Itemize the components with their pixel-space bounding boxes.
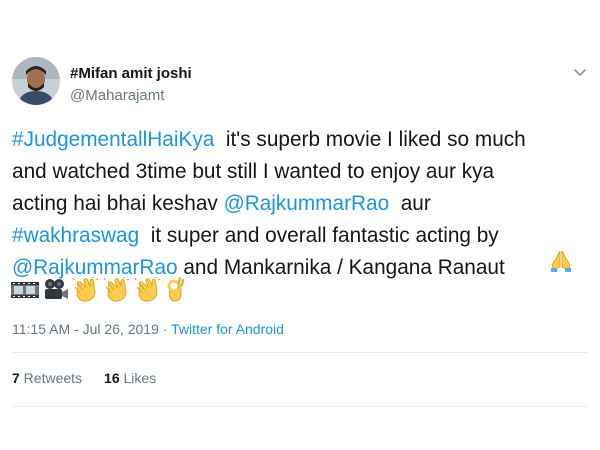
tweet-line: acting hai bhai keshav @RajkummarRao aur [12, 188, 590, 220]
tweet-meta: 11:15 AM - Jul 26, 2019 · Twitter for An… [12, 321, 284, 337]
retweets-count: 7 [12, 370, 20, 386]
tweet-text: #JudgementallHaiKya it's superb movie I … [12, 124, 590, 284]
tweet-line: #wakhraswag it super and overall fantast… [12, 220, 590, 252]
meta-dot: · [158, 321, 172, 337]
tweet-text-segment: acting hai bhai keshav [12, 192, 224, 215]
likes-label: Likes [119, 370, 157, 386]
clapping-hands-icon [134, 277, 162, 303]
hashtag-link[interactable]: #wakhraswag [12, 224, 139, 247]
ok-hand-icon [165, 277, 185, 303]
hashtag-link[interactable]: #JudgementallHaiKya [12, 128, 214, 151]
tweet-stats: 7 Retweets 16 Likes [12, 370, 156, 386]
clapping-hands-icon [103, 277, 131, 303]
avatar[interactable] [12, 57, 60, 105]
retweets-stat[interactable]: 7 Retweets [12, 370, 82, 386]
retweets-label: Retweets [19, 370, 83, 386]
likes-count: 16 [104, 370, 120, 386]
tweet-text-segment: and watched 3time but still I wanted to … [12, 160, 495, 183]
tweet-date[interactable]: Jul 26, 2019 [83, 321, 159, 337]
tweet-time[interactable]: 11:15 AM [12, 321, 70, 337]
author-handle[interactable]: @Maharajamt [70, 87, 164, 104]
tweet-text-segment: aur [389, 192, 431, 215]
tweet-line: #JudgementallHaiKya it's superb movie I … [12, 124, 590, 156]
author-display-name[interactable]: #Mifan amit joshi [70, 65, 192, 82]
tweet-text-segment: it super and overall fantastic acting by [139, 224, 499, 247]
tweet-source-link[interactable]: Twitter for Android [171, 321, 284, 337]
movie-camera-icon [43, 278, 69, 302]
clapping-hands-icon [72, 277, 100, 303]
divider [12, 352, 588, 353]
folded-hands-icon [548, 248, 574, 279]
meta-separator: - [70, 321, 83, 337]
mention-link[interactable]: @RajkummarRao [224, 192, 390, 215]
film-frames-icon [10, 279, 40, 301]
chevron-down-icon[interactable] [572, 64, 588, 80]
tweet-line: and watched 3time but still I wanted to … [12, 156, 590, 188]
tweet-text-segment: it's superb movie I liked so much [214, 128, 526, 151]
likes-stat[interactable]: 16 Likes [104, 370, 156, 386]
tweet-text-segment: and Mankarnika / Kangana Ranaut [177, 256, 505, 279]
divider [12, 406, 588, 407]
emoji-row [10, 276, 185, 304]
